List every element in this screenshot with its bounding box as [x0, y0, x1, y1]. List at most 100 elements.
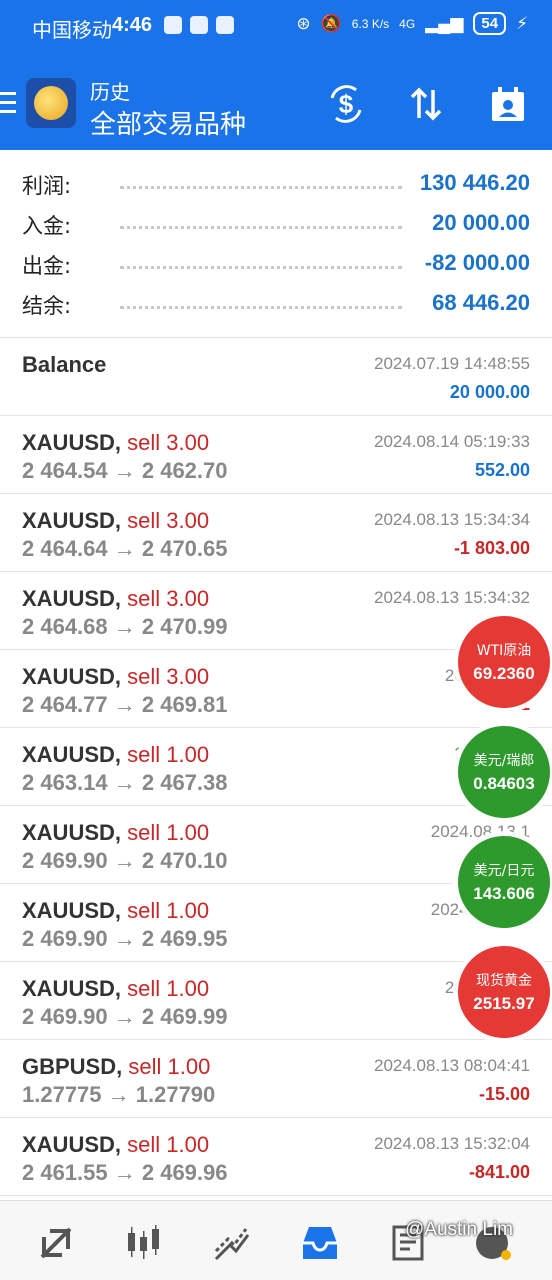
sort-icon[interactable]: [404, 82, 448, 126]
network-type: 4G: [399, 16, 416, 31]
deal-prices: 2 464.54 → 2 462.70: [22, 458, 228, 483]
summary-row-withdrawal: 出金: -82 000.00: [0, 230, 552, 278]
quote-value: 0.84603: [473, 774, 535, 793]
deal-side: sell 1.00: [127, 898, 210, 923]
deal-profit: -15.00: [478, 1084, 530, 1104]
deal-row[interactable]: XAUUSD, sell 1.00 2 461.55 → 2 469.96 2024…: [0, 1118, 552, 1196]
symbol-name: XAUUSD,: [22, 430, 122, 455]
quotes-icon[interactable]: [34, 1221, 78, 1265]
watermark: @Austin Lim: [405, 1219, 513, 1240]
quote-bubble[interactable]: 美元/瑞郎 0.84603: [458, 726, 550, 818]
clock: 4:46: [112, 14, 153, 36]
dotted-leader: [120, 186, 402, 189]
deal-symbol: XAUUSD, sell 1.00: [22, 820, 209, 846]
signal-icon: ▂▄▆: [425, 13, 464, 33]
deal-profit: -1 803.00: [453, 538, 530, 558]
deal-prices: 2 463.14 → 2 467.38: [22, 770, 228, 795]
deal-side: sell 1.00: [127, 976, 210, 1001]
summary-label: 结余:: [22, 294, 72, 318]
deal-profit: 552.00: [474, 460, 530, 480]
quote-name: 美元/瑞郎: [473, 753, 535, 769]
symbol-name: XAUUSD,: [22, 820, 122, 845]
deal-side: sell 3.00: [127, 430, 210, 455]
qq-icon: [216, 16, 234, 34]
net-speed: 6.3 K/s: [351, 16, 390, 31]
chart-icon[interactable]: [122, 1221, 166, 1265]
deal-side: sell 3.00: [127, 586, 210, 611]
history-icon[interactable]: [298, 1221, 342, 1265]
wechat-icon: [190, 16, 208, 34]
nfc-icon: ⊛: [296, 13, 311, 33]
deal-time: 2024.08.14 05:19:33: [374, 432, 530, 451]
balance-row[interactable]: Balance 2024.07.19 14:48:55 20 000.00: [0, 338, 552, 416]
charging-icon: ⚡: [516, 13, 528, 33]
deal-symbol: XAUUSD, sell 1.00: [22, 898, 209, 924]
deal-symbol: XAUUSD, sell 3.00: [22, 664, 209, 690]
symbol-name: XAUUSD,: [22, 742, 122, 767]
calendar-icon[interactable]: [486, 82, 530, 126]
deal-prices: 1.27775 → 1.27790: [22, 1082, 216, 1107]
mute-icon: 🔕: [320, 13, 342, 33]
deal-row[interactable]: GBPUSD, sell 1.00 1.27775 → 1.27790 2024.0…: [0, 1040, 552, 1118]
quote-name: WTI原油: [476, 643, 532, 659]
summary-row-deposit: 入金: 20 000.00: [0, 190, 552, 238]
top-bar: 中国移动 4:46 ⊛ 🔕 6.3 K/s 4G ▂▄▆ 54 ⚡ 历史 全部交…: [0, 0, 552, 150]
deal-symbol: XAUUSD, sell 1.00: [22, 976, 209, 1002]
header-title[interactable]: 全部交易品种: [90, 104, 246, 141]
header-subtitle: 历史: [90, 80, 130, 104]
symbol-name: XAUUSD,: [22, 976, 122, 1001]
deal-symbol: XAUUSD, sell 3.00: [22, 508, 209, 534]
deal-prices: 2 464.68 → 2 470.99: [22, 614, 228, 639]
battery-level: 54: [473, 12, 507, 35]
symbol-name: XAUUSD,: [22, 1132, 122, 1157]
symbol-name: XAUUSD,: [22, 898, 122, 923]
deal-side: sell 1.00: [128, 1054, 211, 1079]
deal-time: 2024.08.13 15:34:34: [374, 510, 530, 529]
quote-bubble[interactable]: 现货黄金 2515.97: [458, 946, 550, 1038]
quote-name: 美元/日元: [473, 863, 535, 879]
symbol-name: XAUUSD,: [22, 508, 122, 533]
deal-side: sell 1.00: [127, 820, 210, 845]
deal-prices: 2 469.90 → 2 470.10: [22, 848, 228, 873]
summary-row-profit: 利润: 130 446.20: [0, 150, 552, 198]
deal-prices: 2 464.64 → 2 470.65: [22, 536, 228, 561]
deal-time: 2024.08.13 15:34:32: [374, 588, 530, 607]
app-header: 历史 全部交易品种 $: [0, 62, 552, 150]
deal-side: sell 3.00: [127, 664, 210, 689]
dotted-leader: [120, 306, 402, 309]
deal-side: sell 1.00: [127, 1132, 210, 1157]
bottom-nav: @Austin Lim: [0, 1200, 552, 1280]
menu-icon[interactable]: [0, 92, 16, 116]
app-logo[interactable]: [26, 78, 76, 128]
quote-bubble[interactable]: WTI原油 69.2360: [458, 616, 550, 708]
status-bar: 中国移动 4:46 ⊛ 🔕 6.3 K/s 4G ▂▄▆ 54 ⚡: [0, 0, 552, 54]
deal-symbol: XAUUSD, sell 1.00: [22, 742, 209, 768]
deal-time: 2024.08.13 15:32:04: [374, 1134, 530, 1153]
deal-symbol: XAUUSD, sell 3.00: [22, 430, 209, 456]
dotted-leader: [120, 226, 402, 229]
quote-value: 143.606: [473, 884, 535, 903]
deal-symbol: XAUUSD, sell 1.00: [22, 1132, 209, 1158]
deal-prices: 2 469.90 → 2 469.95: [22, 926, 228, 951]
deal-time: 2024.07.19 14:48:55: [374, 354, 530, 373]
deal-side: sell 3.00: [127, 508, 210, 533]
deal-prices: 2 464.77 → 2 469.81: [22, 692, 228, 717]
deal-symbol: GBPUSD, sell 1.00: [22, 1054, 210, 1080]
symbol-name: XAUUSD,: [22, 586, 122, 611]
carrier-label: 中国移动: [32, 18, 112, 42]
deal-profit: -841.00: [468, 1162, 530, 1182]
notification-icon: [164, 16, 182, 34]
deal-prices: 2 469.90 → 2 469.99: [22, 1004, 228, 1029]
deal-row[interactable]: XAUUSD, sell 3.00 2 464.64 → 2 470.65 2024…: [0, 494, 552, 572]
svg-text:$: $: [339, 89, 354, 119]
deal-prices: 2 461.55 → 2 469.96: [22, 1160, 228, 1185]
summary-panel: 利润: 130 446.20 入金: 20 000.00 出金: -82 000…: [0, 150, 552, 338]
currency-exchange-icon[interactable]: $: [324, 82, 368, 126]
balance-label: Balance: [22, 352, 107, 377]
quote-bubble[interactable]: 美元/日元 143.606: [458, 836, 550, 928]
deal-symbol: XAUUSD, sell 3.00: [22, 586, 209, 612]
summary-value: 68 446.20: [432, 290, 530, 315]
deal-row[interactable]: XAUUSD, sell 3.00 2 464.54 → 2 462.70 2024…: [0, 416, 552, 494]
trade-icon[interactable]: [210, 1221, 254, 1265]
deal-side: sell 1.00: [127, 742, 210, 767]
